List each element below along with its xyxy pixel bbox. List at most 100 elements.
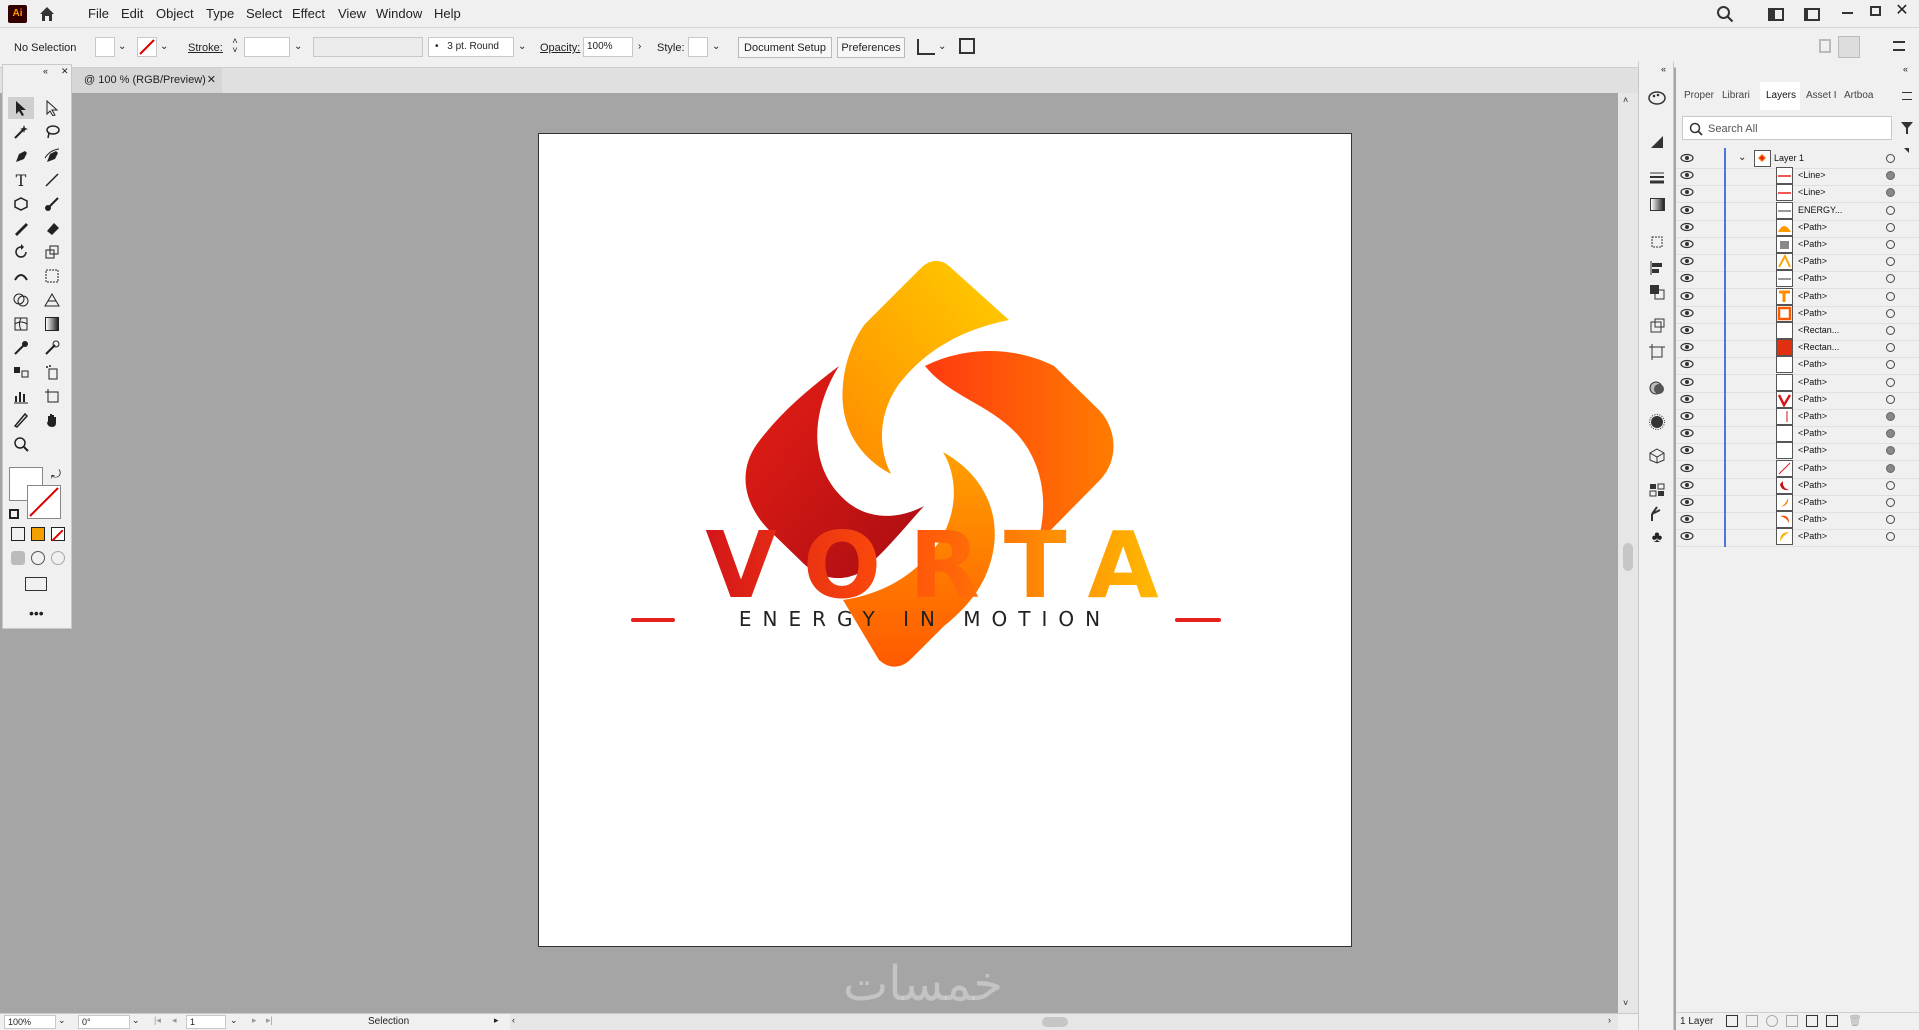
- draw-normal-icon[interactable]: [11, 551, 25, 565]
- target-circle-icon[interactable]: [1886, 257, 1895, 267]
- 3d-materials-icon[interactable]: [1647, 446, 1667, 466]
- layer-name[interactable]: <Path>: [1798, 497, 1827, 507]
- direct-selection-tool-icon[interactable]: [39, 97, 65, 119]
- visibility-eye-icon[interactable]: [1680, 495, 1694, 509]
- eyedropper-tool-icon[interactable]: [8, 337, 34, 359]
- target-circle-icon[interactable]: [1886, 480, 1895, 490]
- layer-name[interactable]: ENERGY...: [1798, 205, 1842, 215]
- brushes-panel-icon[interactable]: [1647, 504, 1667, 524]
- restore-icon[interactable]: [1870, 6, 1881, 16]
- visibility-eye-icon[interactable]: [1680, 254, 1694, 268]
- free-transform-tool-icon[interactable]: [39, 265, 65, 287]
- rotate-view-field[interactable]: 0°: [78, 1015, 130, 1029]
- layer-name[interactable]: <Line>: [1798, 187, 1826, 197]
- menu-file[interactable]: File: [88, 6, 109, 21]
- scroll-left-icon[interactable]: ‹: [512, 1015, 515, 1025]
- layer-name[interactable]: <Path>: [1798, 377, 1827, 387]
- locate-object-icon[interactable]: [1746, 1015, 1758, 1027]
- target-circle-icon[interactable]: [1886, 394, 1895, 404]
- visibility-eye-icon[interactable]: [1680, 512, 1694, 526]
- duplicate-layer-icon[interactable]: [1826, 1015, 1838, 1027]
- graph-tool-icon[interactable]: [8, 385, 34, 407]
- visibility-eye-icon[interactable]: [1680, 168, 1694, 182]
- target-circle-icon[interactable]: [1886, 326, 1895, 335]
- new-layer-icon[interactable]: [1806, 1015, 1818, 1027]
- selection-tool-icon[interactable]: [8, 97, 34, 119]
- stroke-stepper[interactable]: ˄ ˅: [228, 37, 242, 57]
- target-circle-icon[interactable]: [1886, 188, 1895, 198]
- edit-toolbar-icon[interactable]: •••: [29, 605, 44, 621]
- shaper-tool-icon[interactable]: [8, 217, 34, 239]
- zoom-field[interactable]: 100%: [4, 1015, 56, 1029]
- opacity-field[interactable]: 100%: [583, 37, 633, 57]
- visibility-eye-icon[interactable]: [1680, 306, 1694, 320]
- layer-name[interactable]: <Path>: [1798, 428, 1827, 438]
- horizontal-scrollbar[interactable]: ‹ ›: [510, 1014, 1618, 1030]
- variable-width-profile[interactable]: [313, 37, 423, 57]
- current-tool-status[interactable]: Selection: [368, 1016, 409, 1027]
- align-options-icon[interactable]: [917, 39, 935, 55]
- hand-tool-icon[interactable]: [39, 409, 65, 431]
- gradient-mode-icon[interactable]: [31, 527, 45, 541]
- menu-edit[interactable]: Edit: [121, 6, 143, 21]
- target-circle-icon[interactable]: [1886, 515, 1895, 525]
- gradient-panel-icon[interactable]: [1647, 194, 1667, 214]
- scroll-thumb[interactable]: [1623, 543, 1633, 571]
- vertical-scrollbar[interactable]: ˄ ˅: [1618, 93, 1638, 1013]
- target-circle-icon[interactable]: [1886, 463, 1895, 473]
- zoom-tool-icon[interactable]: [8, 433, 34, 455]
- visibility-eye-icon[interactable]: [1680, 357, 1694, 371]
- gradient-tool-icon[interactable]: [39, 313, 65, 335]
- type-tool-icon[interactable]: T: [8, 169, 34, 191]
- layer-name[interactable]: Layer 1: [1774, 153, 1804, 163]
- search-field[interactable]: Search All: [1682, 116, 1892, 140]
- artboards-panel-icon[interactable]: [1647, 342, 1667, 362]
- asset-export-icon[interactable]: [1647, 316, 1667, 336]
- visibility-eye-icon[interactable]: [1680, 220, 1694, 234]
- menu-window[interactable]: Window: [376, 6, 422, 21]
- zoom-dropdown-icon[interactable]: ⌄: [58, 1015, 66, 1026]
- layer-name[interactable]: <Path>: [1798, 445, 1827, 455]
- control-menu-icon[interactable]: [1893, 41, 1905, 51]
- new-sublayer-icon[interactable]: [1786, 1015, 1798, 1027]
- visibility-eye-icon[interactable]: [1680, 443, 1694, 457]
- layer-name[interactable]: <Path>: [1798, 308, 1827, 318]
- symbols-panel-icon[interactable]: ♣: [1647, 528, 1667, 548]
- document-tab[interactable]: @ 100 % (RGB/Preview) ✕: [70, 68, 222, 93]
- export-icon[interactable]: [959, 38, 975, 54]
- target-circle-icon[interactable]: [1886, 205, 1895, 215]
- color-panel-icon[interactable]: [1647, 88, 1667, 108]
- visibility-eye-icon[interactable]: [1680, 289, 1694, 303]
- previous-artboard-icon[interactable]: ◂: [172, 1015, 177, 1026]
- stroke-weight-field[interactable]: [244, 37, 290, 57]
- artboard-dropdown-icon[interactable]: ⌄: [230, 1015, 238, 1026]
- workspace-switcher-icon[interactable]: [1804, 8, 1820, 21]
- target-circle-icon[interactable]: [1886, 240, 1895, 249]
- target-circle-icon[interactable]: [1886, 291, 1895, 301]
- visibility-eye-icon[interactable]: [1680, 185, 1694, 199]
- brush-dropdown-icon[interactable]: ⌄: [518, 41, 526, 52]
- stroke-swatch[interactable]: [137, 37, 157, 57]
- strip-collapse-icon[interactable]: «: [1661, 64, 1666, 74]
- delete-layer-icon[interactable]: 🗑: [1848, 1014, 1862, 1027]
- target-circle-icon[interactable]: [1886, 154, 1895, 163]
- visibility-eye-icon[interactable]: [1680, 340, 1694, 354]
- target-circle-icon[interactable]: [1886, 532, 1895, 542]
- stroke-dropdown-icon[interactable]: ⌄: [160, 41, 168, 52]
- appearance-panel-icon[interactable]: [1647, 378, 1667, 398]
- tab-artboards[interactable]: Artboa: [1844, 82, 1878, 110]
- artboard[interactable]: VORTA ENERGY IN MOTION: [538, 133, 1352, 947]
- tab-asset-export[interactable]: Asset I: [1806, 82, 1840, 110]
- perspective-grid-tool-icon[interactable]: [39, 289, 65, 311]
- curvature-tool-icon[interactable]: [39, 145, 65, 167]
- opacity-arrow-icon[interactable]: ›: [638, 41, 641, 52]
- visibility-eye-icon[interactable]: [1680, 461, 1694, 475]
- shape-builder-tool-icon[interactable]: [8, 289, 34, 311]
- tab-layers[interactable]: Layers: [1760, 82, 1800, 110]
- layer-name[interactable]: <Path>: [1798, 291, 1827, 301]
- visibility-eye-icon[interactable]: [1680, 409, 1694, 423]
- visibility-eye-icon[interactable]: [1680, 151, 1694, 165]
- layer-name[interactable]: <Path>: [1798, 531, 1827, 541]
- draw-inside-icon[interactable]: [51, 551, 65, 565]
- blend-tool-icon[interactable]: [8, 361, 34, 383]
